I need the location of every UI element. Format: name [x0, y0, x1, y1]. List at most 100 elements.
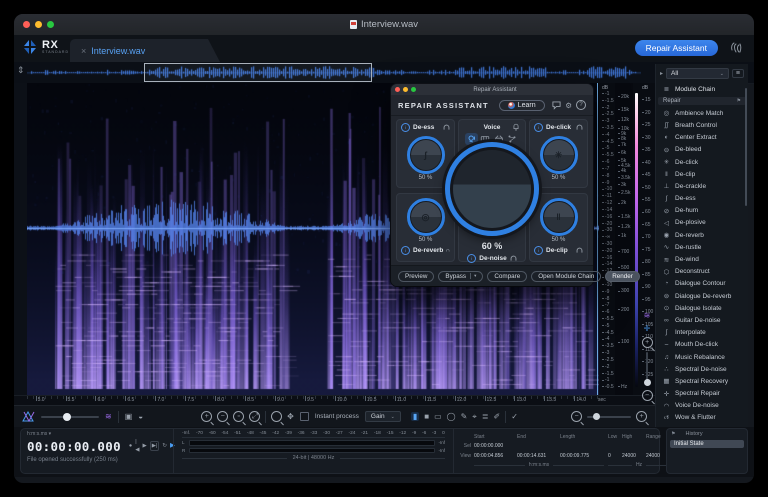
overview-viewport[interactable]	[144, 63, 372, 82]
pin-icon[interactable]: ⚑	[737, 98, 741, 104]
levels-tool[interactable]: ≣	[482, 412, 489, 421]
zoom-tool-button[interactable]	[271, 411, 283, 422]
balance-slider-knob[interactable]	[63, 412, 71, 421]
zoom-reset-button[interactable]: ⤢	[249, 411, 261, 422]
vertical-zoom-in-button[interactable]: +	[641, 337, 653, 348]
sidebar-item-dialogue-de-reverb[interactable]: ⊚ Dialogue De-reverb	[656, 290, 748, 302]
gain-select[interactable]: Gain ⌄	[364, 411, 401, 422]
panel-layout-button[interactable]: ▣	[125, 412, 133, 421]
grab-hand-icon[interactable]	[728, 40, 744, 56]
de-reverb-knob[interactable]: ◎	[406, 198, 445, 236]
view-end[interactable]: 00:00:14.631	[517, 453, 560, 459]
crossfade-icon[interactable]	[22, 411, 35, 422]
tab-close-icon[interactable]: ×	[81, 46, 86, 56]
spectrogram-waveform-balance-slider[interactable]	[41, 412, 99, 421]
sidebar-scrollbar[interactable]	[745, 88, 747, 206]
sidebar-item-de-click[interactable]: ✳ De-click	[656, 156, 748, 168]
previous-button[interactable]: |◀	[135, 438, 139, 454]
headphones-icon[interactable]	[446, 247, 450, 254]
playhead-cursor[interactable]	[597, 83, 598, 395]
window-titlebar[interactable]: Interview.wav	[14, 14, 754, 36]
sidebar-item-guitar-de-noise[interactable]: ∞ Guitar De-noise	[656, 314, 748, 326]
history-pin-icon[interactable]: ⚑	[671, 431, 675, 437]
history-item-initial-state[interactable]: Initial State	[670, 440, 744, 448]
overview-scroll-handle[interactable]: ⇕	[17, 65, 25, 76]
lasso-selection-tool[interactable]: ◯	[447, 412, 456, 421]
render-button[interactable]: Render	[605, 270, 640, 282]
sidebar-item-ambience-match[interactable]: ◎ Ambience Match	[656, 107, 748, 119]
sidebar-item-de-crackle[interactable]: ⊥ De-crackle	[656, 180, 748, 192]
de-click-knob[interactable]: ✳	[539, 136, 578, 174]
view-high[interactable]: 24000	[622, 453, 646, 459]
commit-button[interactable]: ✓	[511, 412, 518, 421]
waveform-zoom-icon[interactable]: ✛	[644, 324, 651, 333]
sel-start[interactable]: 00:00:00.000	[474, 443, 517, 449]
sidebar-item-dialogue-contour[interactable]: ◔ Dialogue Contour	[656, 278, 748, 290]
view-length[interactable]: 00:00:09.775	[560, 453, 604, 459]
sidebar-item-de-rustle[interactable]: ∿ De-rustle	[656, 241, 748, 253]
sidebar-item-mouth-de-click[interactable]: ⌣ Mouth De-click	[656, 339, 748, 351]
info-icon[interactable]: i	[401, 123, 410, 132]
zoom-out-button[interactable]: −	[217, 411, 229, 422]
open-module-chain-button[interactable]: Open Module Chain	[531, 270, 602, 282]
bell-icon[interactable]	[512, 123, 520, 131]
left-gutter[interactable]	[14, 83, 28, 395]
sidebar-item-de-bleed[interactable]: ⊖ De-bleed	[656, 144, 748, 156]
forward-button[interactable]: ▶|	[149, 441, 160, 451]
dialog-minimize-button[interactable]	[403, 87, 408, 92]
sidebar-item-spectral-repair[interactable]: ✛ Spectral Repair	[656, 388, 748, 400]
sidebar-item-de-ess[interactable]: ʃ De-ess	[656, 193, 748, 205]
playhead-timecode[interactable]: 00:00:00.000	[27, 439, 121, 454]
vertical-zoom-out-button[interactable]: −	[641, 390, 653, 401]
sidebar-item-dialogue-isolate[interactable]: ⊙ Dialogue Isolate	[656, 302, 748, 314]
vertical-zoom-slider[interactable]	[643, 352, 651, 386]
spectral-zoom-icon[interactable]: ≋	[644, 311, 651, 320]
feedback-bubble-icon[interactable]	[552, 100, 561, 110]
sidebar-item-center-extract[interactable]: ◐ Center Extract	[656, 132, 748, 144]
info-icon[interactable]: i	[534, 123, 543, 132]
compare-button[interactable]: Compare	[487, 270, 528, 282]
dialog-close-button[interactable]	[395, 87, 400, 92]
time-format-select[interactable]: h:m:s.ms ▾	[27, 431, 167, 437]
zoom-in-button[interactable]: +	[201, 411, 213, 422]
info-icon[interactable]: i	[401, 246, 410, 255]
dialog-zoom-button[interactable]	[411, 87, 416, 92]
info-icon[interactable]: i	[534, 246, 543, 255]
brush-selection-tool[interactable]: ✎	[461, 412, 468, 421]
tab-interview-wav[interactable]: × Interview.wav	[70, 39, 220, 62]
preview-button[interactable]: Preview	[398, 270, 435, 282]
master-amount-knob[interactable]	[445, 142, 539, 236]
sidebar-item-module-chain[interactable]: ≣ Module Chain	[656, 83, 748, 95]
headphones-icon[interactable]	[443, 124, 450, 131]
sidebar-item-wow-flutter[interactable]: ↺ Wow & Flutter	[656, 412, 748, 419]
time-selection-tool[interactable]: ▮	[410, 412, 420, 421]
repair-assistant-button[interactable]: Repair Assistant	[634, 40, 718, 56]
learn-button[interactable]: Learn	[498, 99, 545, 111]
headphones-icon[interactable]	[576, 247, 583, 254]
bypass-button[interactable]: Bypass ▾	[438, 270, 484, 282]
headphones-icon[interactable]	[576, 124, 583, 131]
de-ess-knob[interactable]: ʃ	[406, 136, 445, 174]
section-header-repair[interactable]: Repair ⚑	[658, 97, 746, 106]
sidebar-item-de-clip[interactable]: ‖ De-clip	[656, 168, 748, 180]
play-button[interactable]: ▶	[142, 442, 146, 450]
sidebar-item-music-rebalance[interactable]: ♫ Music Rebalance	[656, 351, 748, 363]
time-frequency-selection-tool[interactable]: ■	[424, 412, 429, 421]
view-low[interactable]: 0	[608, 453, 622, 459]
sidebar-item-de-plosive[interactable]: ◁ De-plosive	[656, 217, 748, 229]
horizontal-zoom-slider[interactable]	[587, 413, 631, 420]
view-start[interactable]: 00:00:04.856	[474, 453, 517, 459]
loop-button[interactable]: ↻	[162, 442, 167, 450]
sidebar-item-deconstruct[interactable]: ⬡ Deconstruct	[656, 266, 748, 278]
spectrogram-settings-button[interactable]: ≋	[105, 412, 112, 421]
pencil-tool[interactable]: ✐	[494, 412, 501, 421]
de-clip-knob[interactable]: ‖	[539, 198, 578, 236]
sidebar-item-de-wind[interactable]: ≋ De-wind	[656, 253, 748, 265]
bypass-caret-icon[interactable]: ▾	[470, 273, 476, 279]
dialog-titlebar[interactable]: Repair Assistant	[391, 84, 593, 95]
other-type-button[interactable]	[506, 133, 519, 145]
preset-arrow-icon[interactable]: ▸	[660, 70, 663, 77]
sidebar-item-spectral-de-noise[interactable]: ∴ Spectral De-noise	[656, 363, 748, 375]
magic-wand-tool[interactable]: ⌖	[472, 412, 477, 422]
help-icon[interactable]: ?	[576, 100, 586, 110]
